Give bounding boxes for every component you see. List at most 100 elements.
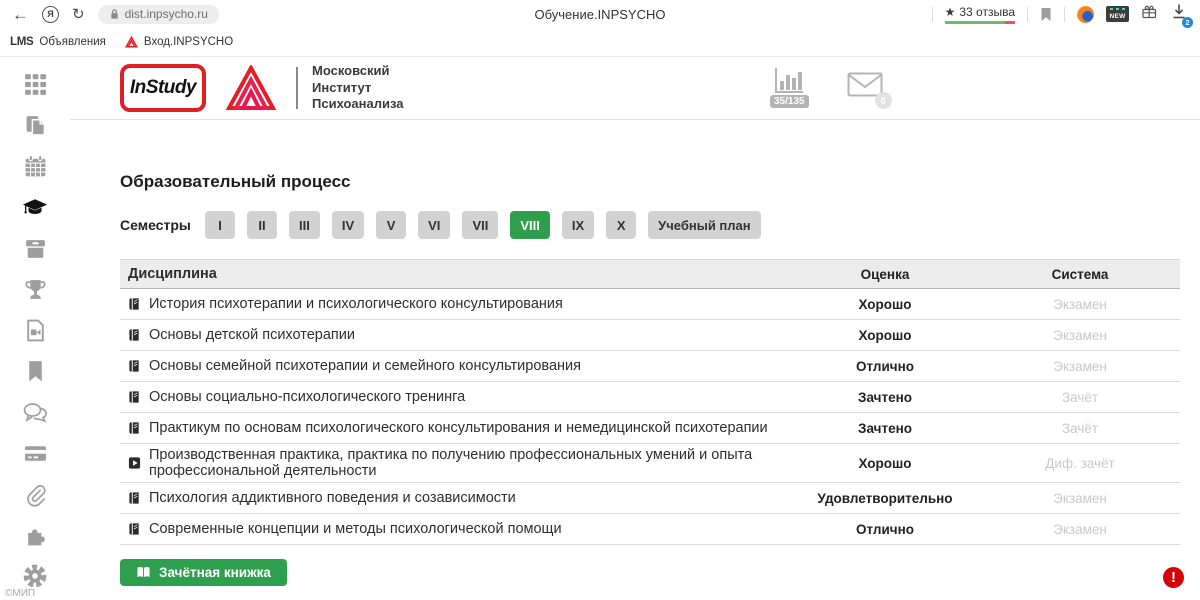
attachments-paperclip-icon[interactable] — [22, 481, 48, 507]
mip-triangle-logo[interactable] — [224, 65, 278, 111]
grade-cell: Зачтено — [790, 421, 980, 436]
bookmark-flag-icon[interactable] — [1040, 7, 1052, 22]
extension-icon[interactable] — [1141, 3, 1158, 25]
semester-button-viii[interactable]: VIII — [510, 211, 550, 239]
column-header-grade: Оценка — [790, 267, 980, 282]
table-row[interactable]: Практикум по основам психологического ко… — [120, 413, 1180, 444]
discipline-cell: Производственная практика, практика по п… — [120, 447, 790, 479]
gradebook-button-label: Зачётная книжка — [159, 565, 271, 580]
downloads-badge: 2 — [1182, 17, 1193, 28]
divider — [932, 7, 933, 22]
semester-button-vi[interactable]: VI — [418, 211, 450, 239]
education-icon[interactable] — [22, 194, 48, 220]
apps-grid-icon[interactable] — [22, 71, 48, 97]
settings-gear-icon[interactable] — [22, 563, 48, 589]
bar-chart-icon — [774, 67, 804, 94]
discipline-cell: Основы семейной психотерапии и семейного… — [120, 358, 790, 374]
instudy-logo[interactable]: InStudy — [120, 64, 206, 112]
discipline-cell: Основы детской психотерапии — [120, 327, 790, 343]
semester-button-vii[interactable]: VII — [462, 211, 498, 239]
discipline-cell: Основы социально-психологического тренин… — [120, 389, 790, 405]
grade-cell: Отлично — [790, 522, 980, 537]
discipline-name: Современные концепции и методы психологи… — [149, 521, 562, 537]
table-row[interactable]: История психотерапии и психологического … — [120, 289, 1180, 320]
grade-cell: Отлично — [790, 359, 980, 374]
reviews-widget[interactable]: ★ 33 отзыва — [945, 5, 1015, 24]
table-row[interactable]: Основы семейной психотерапии и семейного… — [120, 351, 1180, 382]
system-cell: Экзамен — [980, 297, 1180, 312]
payments-card-icon[interactable] — [22, 440, 48, 466]
grade-cell: Хорошо — [790, 456, 980, 471]
progress-stats[interactable]: 35/135 — [770, 67, 809, 108]
table-row[interactable]: Психология аддиктивного поведения и соза… — [120, 483, 1180, 514]
grade-cell: Удовлетворительно — [790, 491, 980, 506]
yandex-icon[interactable]: Я — [42, 6, 59, 23]
browser-profile-icon[interactable] — [1077, 6, 1094, 23]
address-bar[interactable]: dist.inpsycho.ru — [98, 5, 219, 24]
discipline-cell: Современные концепции и методы психологи… — [120, 521, 790, 537]
mip-triangle-favicon — [125, 36, 138, 48]
browser-toolbar: ← Я ↻ dist.inpsycho.ru Обучение.INPSYCHO… — [0, 0, 1200, 28]
semester-button-iii[interactable]: III — [289, 211, 320, 239]
refresh-icon[interactable]: ↻ — [72, 7, 85, 22]
video-materials-icon[interactable] — [22, 317, 48, 343]
column-header-system: Система — [980, 267, 1180, 282]
archive-box-icon[interactable] — [22, 235, 48, 261]
table-row[interactable]: Основы социально-психологического тренин… — [120, 382, 1180, 413]
discipline-name: Производственная практика, практика по п… — [149, 447, 790, 479]
alert-icon[interactable]: ! — [1163, 567, 1184, 588]
play-icon — [128, 456, 141, 470]
discipline-name: Основы семейной психотерапии и семейного… — [149, 358, 581, 374]
star-icon: ★ — [945, 5, 956, 19]
system-cell: Диф. зачёт — [980, 456, 1180, 471]
book-icon — [128, 522, 141, 536]
table-row[interactable]: Современные концепции и методы психологи… — [120, 514, 1180, 545]
book-icon — [128, 390, 141, 404]
achievements-trophy-icon[interactable] — [22, 276, 48, 302]
disciplines-table: Дисциплина Оценка Система История психот… — [120, 259, 1180, 545]
semesters-row: Семестры IIIIIIIVVVIVIIVIIIIXXУчебный пл… — [120, 211, 1180, 239]
grade-cell: Хорошо — [790, 297, 980, 312]
system-cell: Экзамен — [980, 359, 1180, 374]
bookmark-item-lms[interactable]: LMS Объявления — [10, 36, 106, 48]
reviews-rating-bar — [945, 21, 1015, 24]
semester-button-ix[interactable]: IX — [562, 211, 594, 239]
divider — [1064, 7, 1065, 22]
gradebook-button[interactable]: Зачётная книжка — [120, 559, 287, 586]
new-tab-extension-icon[interactable]: NEW — [1106, 6, 1129, 22]
discipline-name: Практикум по основам психологического ко… — [149, 420, 768, 436]
bookmarks-bar: LMS Объявления Вход.INPSYCHO — [0, 28, 1200, 57]
bookmark-item-inpsycho[interactable]: Вход.INPSYCHO — [125, 36, 233, 48]
discipline-name: Основы социально-психологического тренин… — [149, 389, 465, 405]
book-icon — [128, 421, 141, 435]
integrations-puzzle-icon[interactable] — [22, 522, 48, 548]
bookmarks-icon[interactable] — [22, 358, 48, 384]
messages-icon[interactable] — [22, 399, 48, 425]
semester-button-v[interactable]: V — [376, 211, 406, 239]
divider — [296, 67, 298, 109]
semester-button-учебный-план[interactable]: Учебный план — [648, 211, 760, 239]
reviews-label: 33 отзыва — [959, 5, 1015, 19]
book-icon — [128, 491, 141, 505]
semester-button-ii[interactable]: II — [247, 211, 277, 239]
semester-button-iv[interactable]: IV — [332, 211, 364, 239]
bookmark-label: Вход.INPSYCHO — [144, 36, 233, 48]
semester-button-i[interactable]: I — [205, 211, 235, 239]
discipline-name: История психотерапии и психологического … — [149, 296, 563, 312]
calendar-icon[interactable] — [22, 153, 48, 179]
bookmark-label: Объявления — [39, 36, 106, 48]
table-row[interactable]: Производственная практика, практика по п… — [120, 444, 1180, 483]
semester-button-x[interactable]: X — [606, 211, 636, 239]
disciplines-table-body: История психотерапии и психологического … — [120, 289, 1180, 545]
mail-widget[interactable]: 0 — [847, 72, 883, 102]
back-icon[interactable]: ← — [12, 6, 29, 23]
lock-icon — [109, 8, 120, 20]
lms-favicon: LMS — [10, 36, 33, 48]
book-icon — [136, 566, 151, 579]
book-icon — [128, 328, 141, 342]
downloads-icon[interactable]: 2 — [1170, 3, 1188, 25]
table-row[interactable]: Основы детской психотерапииХорошоЭкзамен — [120, 320, 1180, 351]
semesters-label: Семестры — [120, 217, 205, 233]
tab-title: Обучение.INPSYCHO — [535, 7, 666, 22]
documents-icon[interactable] — [22, 112, 48, 138]
